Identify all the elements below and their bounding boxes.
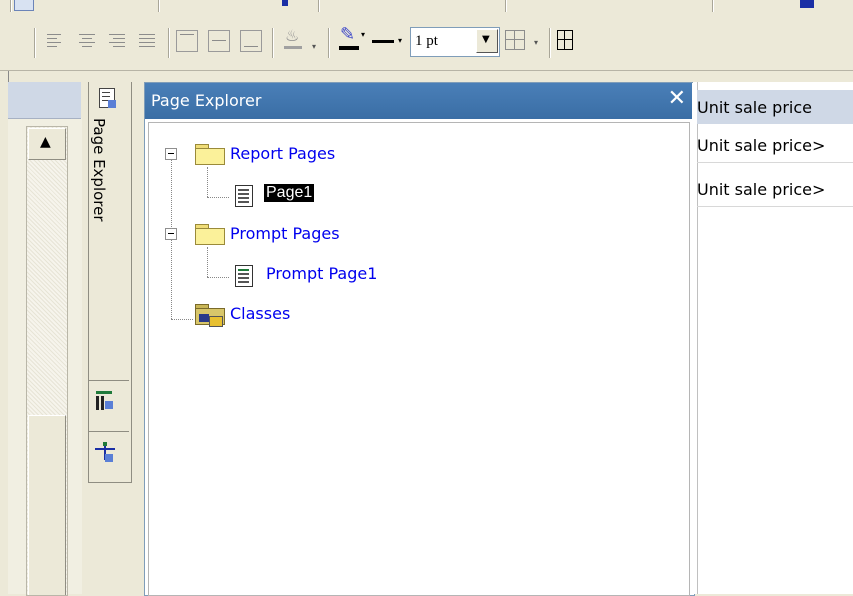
line-width-combo[interactable]: 1 pt ▼: [410, 27, 500, 57]
page-explorer-tab-icon[interactable]: [99, 88, 117, 110]
scroll-up-button[interactable]: ▲: [28, 128, 66, 160]
tree-item-report-pages[interactable]: Report Pages: [230, 144, 335, 163]
triangle-up-icon: ▲: [40, 134, 51, 150]
chevron-down-icon[interactable]: ▾: [361, 30, 365, 39]
align-left-button[interactable]: [45, 30, 67, 52]
toolbar-partial-icon[interactable]: [282, 0, 288, 6]
query-explorer-icon: [95, 442, 115, 464]
chevron-down-icon[interactable]: ▾: [312, 42, 316, 51]
vertical-align-middle-button[interactable]: [208, 30, 230, 52]
collapse-toggle-report-pages[interactable]: [165, 148, 177, 160]
page-icon: [235, 185, 255, 207]
tree-item-classes[interactable]: Classes: [230, 304, 290, 323]
page-explorer-tab-label: Page Explorer: [90, 118, 108, 222]
toolbar-top-row: [0, 0, 853, 17]
vertical-align-bottom-button[interactable]: [240, 30, 262, 52]
scrollbar-thumb[interactable]: [28, 415, 66, 595]
data-cell[interactable]: Unit sale price>: [697, 128, 853, 163]
align-right-button[interactable]: [107, 30, 129, 52]
line-width-value: 1 pt: [415, 33, 438, 49]
folder-icon: [195, 224, 225, 245]
tree-item-prompt-pages[interactable]: Prompt Pages: [230, 224, 340, 243]
chevron-down-icon: ▼: [482, 34, 490, 45]
data-items-tab[interactable]: [89, 381, 129, 431]
pen-icon: ✎: [340, 24, 356, 45]
justify-button[interactable]: [137, 30, 159, 52]
align-center-button[interactable]: [77, 30, 99, 52]
query-explorer-tab[interactable]: [89, 432, 129, 482]
combo-dropdown-button[interactable]: ▼: [476, 29, 498, 53]
toolbar-partial-icon[interactable]: [800, 0, 814, 8]
prompt-page-icon: [235, 265, 255, 287]
page-explorer-title: Page Explorer: [151, 91, 262, 110]
line-style-button[interactable]: [372, 30, 394, 52]
vertical-align-top-button[interactable]: [176, 30, 198, 52]
toolbar-partial-button[interactable]: [14, 0, 34, 11]
page-explorer-title-bar: Page Explorer ✕: [145, 83, 692, 119]
data-cell[interactable]: Unit sale price>: [697, 172, 853, 207]
chevron-down-icon[interactable]: ▾: [398, 36, 402, 45]
fill-color-button[interactable]: ♨: [282, 26, 304, 49]
column-header-cell[interactable]: Unit sale price: [697, 90, 853, 124]
formatting-toolbar: ♨ ▾ ✎ ▾ ▾ 1 pt ▼ ▾: [0, 16, 853, 71]
data-items-icon: [96, 391, 113, 411]
tree-item-prompt-page1[interactable]: Prompt Page1: [266, 264, 377, 283]
classes-folder-icon: [195, 304, 225, 327]
chevron-down-icon[interactable]: ▾: [534, 38, 538, 47]
collapse-toggle-prompt-pages[interactable]: [165, 228, 177, 240]
borders-button[interactable]: [505, 30, 525, 50]
line-color-button[interactable]: ✎: [338, 24, 360, 50]
close-icon[interactable]: ✕: [668, 86, 686, 112]
left-pane-header: [8, 82, 81, 119]
page-explorer-tab[interactable]: Page Explorer: [90, 118, 128, 318]
paint-bucket-icon: ♨: [285, 26, 300, 45]
tree-item-page1[interactable]: Page1: [264, 184, 315, 202]
page-explorer-tree: Report Pages Page1 Prompt Pages Prompt P…: [148, 122, 690, 596]
table-button[interactable]: [557, 30, 573, 50]
folder-icon: [195, 144, 225, 165]
